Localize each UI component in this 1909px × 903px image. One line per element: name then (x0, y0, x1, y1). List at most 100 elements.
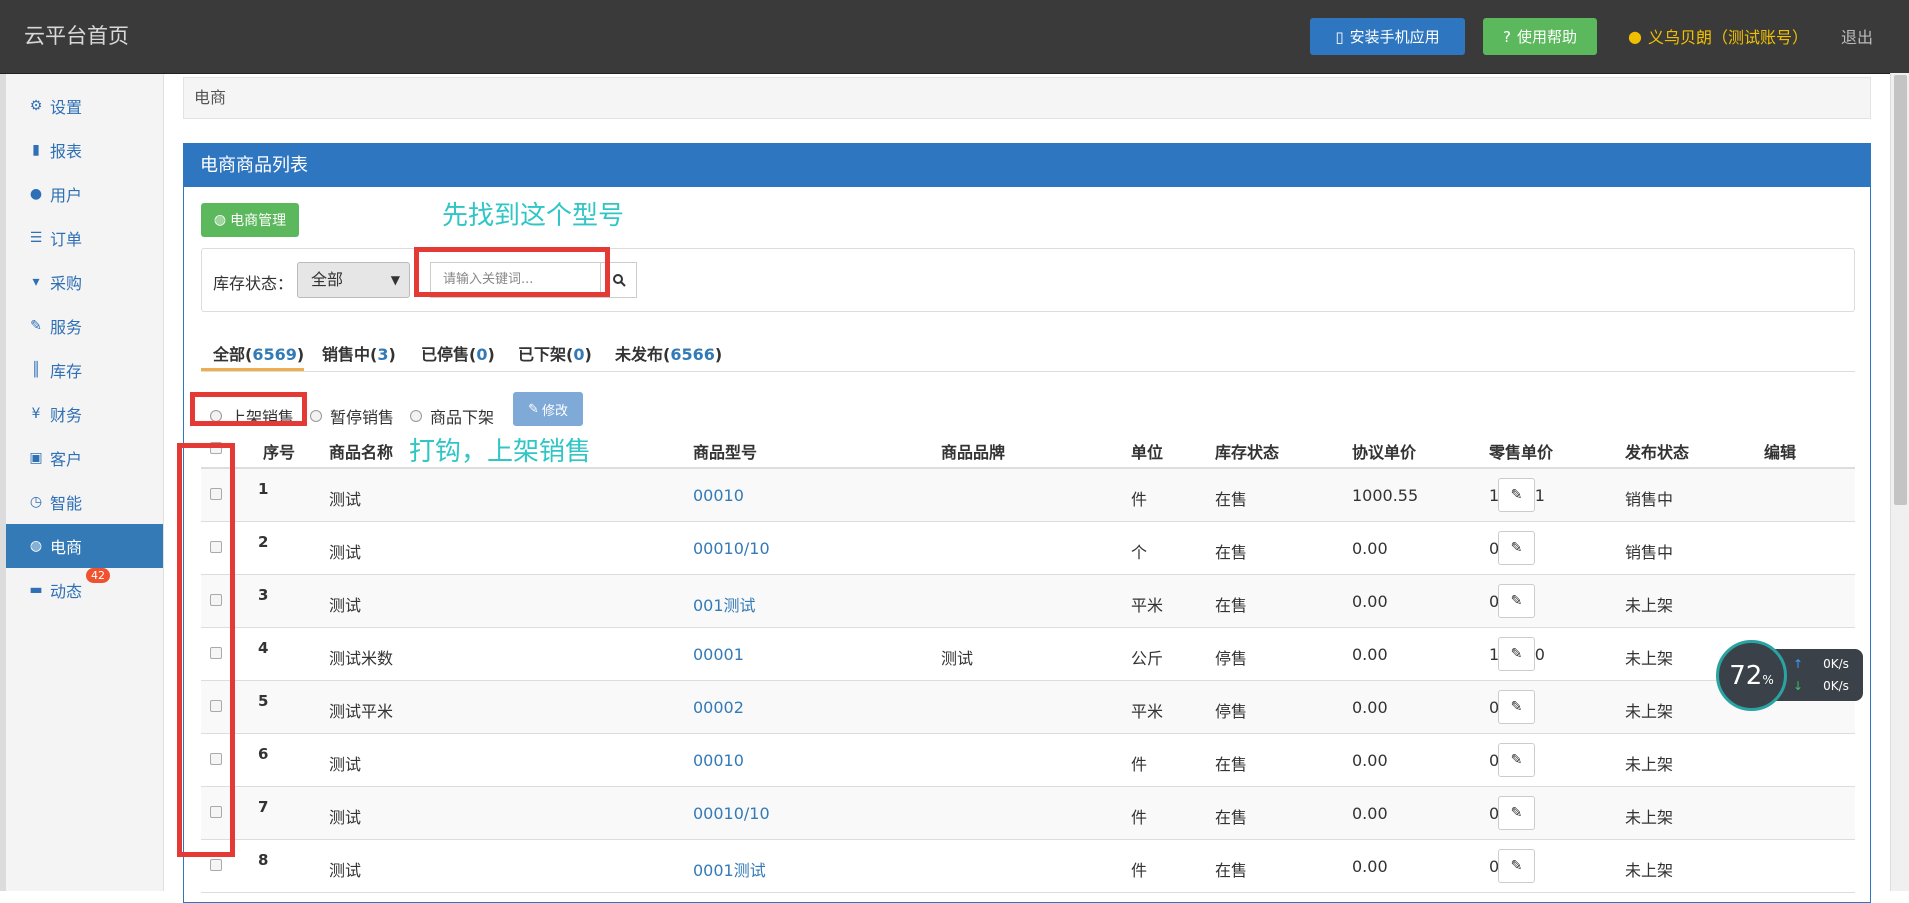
contract-price: 0.00 (1352, 857, 1388, 876)
product-unit: 件 (1131, 490, 1148, 509)
product-model-link[interactable]: 00010/10 (693, 539, 770, 558)
sidebar-item-customers[interactable]: ▣ 客户 (6, 436, 163, 480)
tab-discontinued[interactable]: 已停售(0) (421, 341, 495, 365)
edit-button[interactable]: ✎ (1498, 743, 1535, 777)
contract-price: 0.00 (1352, 698, 1388, 717)
edit-button[interactable]: ✎ (1498, 690, 1535, 724)
product-model-link[interactable]: 00010 (693, 751, 744, 770)
tab-unpublished[interactable]: 未发布(6566) (615, 341, 722, 365)
column-header: 编辑 (1764, 443, 1797, 462)
sidebar-item-orders[interactable]: ☰ 订单 (6, 216, 163, 260)
tab-all[interactable]: 全部(6569) (213, 341, 304, 365)
product-unit: 个 (1131, 543, 1148, 562)
scrollbar-thumb[interactable] (1894, 75, 1907, 505)
user-icon: ● (1628, 26, 1642, 46)
row-number: 7 (258, 798, 269, 816)
tab-count: 0 (476, 345, 488, 364)
sidebar-item-inventory[interactable]: ║ 库存 (6, 348, 163, 392)
app-title[interactable]: 云平台首页 (24, 20, 129, 50)
yen-icon: ¥ (31, 406, 41, 422)
edit-button[interactable]: ✎ (1498, 849, 1535, 883)
edit-button[interactable]: ✎ (1498, 478, 1535, 512)
tab-count: 6569 (252, 345, 297, 364)
product-name: 测试米数 (329, 649, 394, 668)
tab-delisted[interactable]: 已下架(0) (518, 341, 592, 365)
user-icon: ● (29, 186, 43, 202)
sidebar-item-reports[interactable]: ▮ 报表 (6, 128, 163, 172)
product-model-link[interactable]: 0001测试 (693, 857, 766, 881)
page-scrollbar[interactable] (1890, 73, 1909, 891)
stock-status: 在售 (1215, 543, 1248, 562)
row-number: 4 (258, 639, 269, 657)
sidebar-item-activity[interactable]: ▬ 动态 42 (6, 568, 163, 612)
stock-status-value: 全部 (311, 270, 344, 289)
tab-label: 已下架 (518, 345, 567, 364)
comment-icon: ▬ (29, 582, 43, 598)
radio-label: 暂停销售 (330, 408, 395, 427)
sidebar-item-settings[interactable]: ⚙ 设置 (6, 84, 163, 128)
sidebar-item-smart[interactable]: ◷ 智能 (6, 480, 163, 524)
radio-button[interactable] (310, 410, 322, 422)
user-menu[interactable]: ● 义乌贝朗（测试账号） (1628, 24, 1808, 48)
product-name: 测试 (329, 808, 362, 827)
install-app-button[interactable]: ▯ 安装手机应用 (1310, 18, 1465, 55)
sidebar-item-users[interactable]: ● 用户 (6, 172, 163, 216)
pencil-icon: ✎ (1510, 858, 1523, 874)
radio-button[interactable] (410, 410, 422, 422)
sidebar-item-ecommerce[interactable]: ◍ 电商 (6, 524, 163, 568)
edit-button[interactable]: ✎ (1498, 584, 1535, 618)
sidebar-item-label: 客户 (50, 450, 83, 469)
row-number: 5 (258, 692, 269, 710)
column-header: 单位 (1131, 443, 1164, 462)
row-checkbox[interactable] (210, 859, 222, 871)
product-model-link[interactable]: 00002 (693, 698, 744, 717)
product-brand: 测试 (941, 649, 974, 668)
table-row: 3 测试 001测试 平米 在售 0.00 0.00 未上架 ✎ (201, 575, 1855, 628)
radio-label: 商品下架 (430, 408, 495, 427)
network-speed-widget[interactable]: ↑ 0K/s ↓ 0K/s 72% (1716, 640, 1864, 711)
sidebar-item-purchase[interactable]: ▾ 采购 (6, 260, 163, 304)
modify-button[interactable]: ✎ 修改 (513, 392, 583, 426)
sidebar-item-label: 库存 (50, 362, 83, 381)
product-model-link[interactable]: 00001 (693, 645, 744, 664)
logout-link[interactable]: 退出 (1841, 24, 1873, 48)
sidebar-item-finance[interactable]: ¥ 财务 (6, 392, 163, 436)
stock-status: 在售 (1215, 596, 1248, 615)
product-model-link[interactable]: 00010/10 (693, 804, 770, 823)
stock-status-label: 库存状态： (213, 274, 294, 293)
tab-count: 6566 (670, 345, 715, 364)
upload-rate: ↑ 0K/s (1793, 657, 1849, 671)
product-model-link[interactable]: 00010 (693, 486, 744, 505)
product-name: 测试 (329, 490, 362, 509)
rate-unit: K/s (1830, 679, 1849, 693)
rate-unit: K/s (1830, 657, 1849, 671)
sidebar-item-label: 服务 (50, 318, 83, 337)
table-row: 7 测试 00010/10 件 在售 0.00 0.00 未上架 ✎ (201, 787, 1855, 840)
table-row: 6 测试 00010 件 在售 0.00 0.00 未上架 ✎ (201, 734, 1855, 787)
tab-on-sale[interactable]: 销售中(3) (322, 341, 396, 365)
pencil-icon: ✎ (1510, 540, 1523, 556)
ecommerce-management-button[interactable]: ◍ 电商管理 (201, 203, 299, 237)
product-model-link[interactable]: 001测试 (693, 592, 756, 616)
column-header: 商品型号 (693, 443, 758, 462)
stock-status-select[interactable]: 全部 ▼ (297, 262, 410, 298)
edit-button[interactable]: ✎ (1498, 531, 1535, 565)
radio-delist[interactable]: 商品下架 (410, 404, 494, 428)
radio-pause-sale[interactable]: 暂停销售 (310, 404, 394, 428)
publish-status: 销售中 (1625, 490, 1674, 509)
help-button[interactable]: ? 使用帮助 (1483, 18, 1597, 55)
edit-button[interactable]: ✎ (1498, 796, 1535, 830)
publish-status: 未上架 (1625, 649, 1674, 668)
table-row: 8 测试 0001测试 件 在售 0.00 0.00 未上架 ✎ (201, 840, 1855, 893)
ecommerce-management-label: 电商管理 (230, 213, 287, 229)
edit-button[interactable]: ✎ (1498, 637, 1535, 671)
list-icon: ☰ (29, 230, 43, 246)
tab-label: 全部 (213, 345, 246, 364)
tab-label: 已停售 (421, 345, 470, 364)
stock-status: 在售 (1215, 755, 1248, 774)
pencil-icon: ✎ (1510, 752, 1523, 768)
tab-count: 0 (573, 345, 585, 364)
sidebar-item-service[interactable]: ✎ 服务 (6, 304, 163, 348)
pencil-icon: ✎ (1510, 487, 1523, 503)
pencil-icon: ✎ (1510, 805, 1523, 821)
